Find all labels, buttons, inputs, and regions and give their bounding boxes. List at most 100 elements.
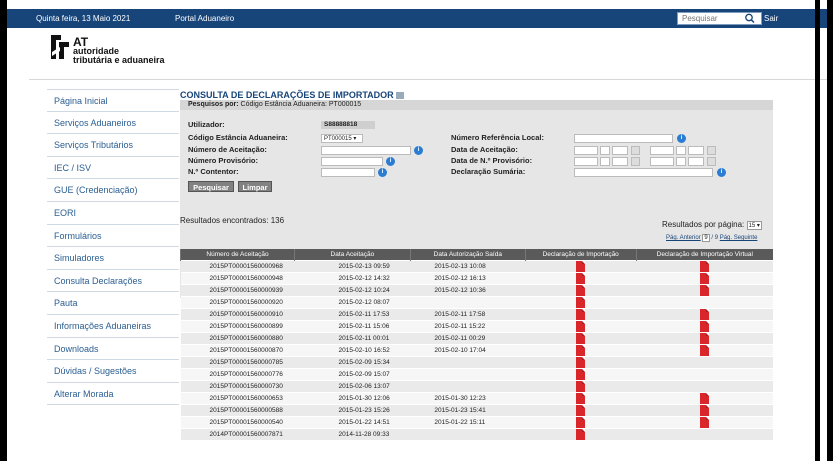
info-icon[interactable]: i (378, 168, 387, 177)
declaracao-virtual-pdf-icon[interactable] (700, 416, 710, 428)
calendar-icon[interactable] (707, 157, 716, 166)
numero-aceitacao-cell: 2015PT00001560000588 (180, 403, 295, 416)
numero-aceitacao-cell: 2015PT00001560000540 (180, 415, 295, 428)
search-button[interactable]: Pesquisar (188, 181, 234, 192)
declaracao-pdf-icon[interactable] (576, 404, 586, 416)
search-icon[interactable] (743, 12, 757, 25)
data-saida-cell: 2015-02-12 10:36 (410, 283, 526, 296)
declaracao-pdf-icon[interactable] (576, 392, 586, 404)
declaracao-sumaria-label: Declaração Sumária: (451, 167, 526, 176)
declaracao-virtual-pdf-icon[interactable] (700, 344, 710, 356)
sidebar-item-informacoes-aduaneiras[interactable]: Informações Aduaneiras (47, 314, 179, 338)
col-data-autorizacao-saida[interactable]: Data Autorização Saída (409, 249, 526, 260)
utilizador-value: S88888818 (321, 121, 375, 129)
info-icon[interactable]: i (414, 146, 423, 155)
data-aceitacao-to-month[interactable] (676, 146, 686, 155)
sidebar-item-pauta[interactable]: Pauta (47, 292, 179, 315)
data-provisorio-from-month[interactable] (600, 157, 610, 166)
sidebar-item-gue[interactable]: GUE (Credenciação) (47, 179, 179, 202)
sidebar-item-iec-isv[interactable]: IEC / ISV (47, 156, 179, 180)
sidebar-item-servicos-tributarios[interactable]: Serviços Tributários (47, 134, 179, 157)
declaracao-pdf-icon[interactable] (576, 416, 586, 428)
data-aceitacao-from-year[interactable] (612, 146, 628, 155)
top-bar: Quinta feira, 13 Maio 2021 Portal Aduane… (7, 9, 827, 28)
contentor-input[interactable] (321, 168, 375, 177)
data-aceitacao-cell: 2015-02-09 15:34 (294, 355, 411, 368)
declaracao-virtual-pdf-icon[interactable] (700, 320, 710, 332)
declaracao-virtual-pdf-cell (636, 283, 773, 296)
ref-local-label: Número Referência Local: (451, 133, 544, 142)
declaracao-pdf-cell (525, 331, 637, 344)
sidebar-item-simuladores[interactable]: Simuladores (47, 247, 179, 270)
page-input[interactable]: 9 (702, 234, 710, 242)
declaracao-virtual-pdf-icon[interactable] (700, 332, 710, 344)
data-provisorio-from-day[interactable] (574, 157, 598, 166)
declaracao-pdf-icon[interactable] (576, 332, 586, 344)
col-data-aceitacao[interactable]: Data Aceitação (293, 249, 411, 260)
sidebar-item-consulta-declaracoes[interactable]: Consulta Declarações (47, 269, 179, 293)
data-aceitacao-from-day[interactable] (574, 146, 598, 155)
table-row: 2015PT00001560000920 2015-02-12 08:07 (180, 295, 773, 308)
declaracao-virtual-pdf-cell (636, 391, 773, 404)
declaracao-pdf-icon[interactable] (576, 320, 586, 332)
declaracao-virtual-pdf-icon[interactable] (700, 308, 710, 320)
declaracao-pdf-icon[interactable] (576, 284, 586, 296)
sidebar-item-servicos-aduaneiros[interactable]: Serviços Aduaneiros (47, 111, 179, 135)
declaracao-pdf-icon[interactable] (576, 260, 586, 272)
declaracao-pdf-icon[interactable] (576, 428, 586, 440)
numero-provisorio-input[interactable] (321, 157, 383, 166)
data-aceitacao-to-day[interactable] (650, 146, 674, 155)
declaracao-virtual-pdf-icon[interactable] (700, 284, 710, 296)
declaracao-pdf-icon[interactable] (576, 356, 586, 368)
data-provisorio-from-year[interactable] (612, 157, 628, 166)
numero-aceitacao-cell: 2015PT00001560000880 (180, 331, 295, 344)
data-aceitacao-cell: 2015-02-12 10:24 (294, 283, 411, 296)
col-numero-aceitacao[interactable]: Número de Aceitação (180, 249, 295, 260)
data-aceitacao-cell: 2015-01-23 15:26 (294, 403, 411, 416)
info-icon[interactable]: i (386, 157, 395, 166)
sidebar-item-downloads[interactable]: Downloads (47, 337, 179, 361)
declaracao-virtual-pdf-icon[interactable] (700, 272, 710, 284)
sidebar-item-alterar-morada[interactable]: Alterar Morada (47, 382, 179, 406)
declaracao-pdf-icon[interactable] (576, 296, 586, 308)
info-icon[interactable]: i (717, 168, 726, 177)
ref-local-input[interactable] (574, 134, 673, 143)
data-aceitacao-cell: 2015-02-06 13:07 (294, 379, 411, 392)
declaracao-virtual-pdf-icon[interactable] (700, 404, 710, 416)
data-provisorio-to-year[interactable] (688, 157, 704, 166)
sidebar: Página Inicial Serviços Aduaneiros Servi… (47, 89, 179, 406)
codigo-estancia-select[interactable]: PT000015 ▾ (321, 134, 363, 143)
data-aceitacao-to-year[interactable] (688, 146, 704, 155)
next-page-link[interactable]: Pág. Seguinte (720, 235, 758, 241)
sidebar-item-pagina-inicial[interactable]: Página Inicial (47, 89, 179, 112)
logout-link[interactable]: Sair (764, 14, 778, 23)
calendar-icon[interactable] (631, 146, 640, 155)
declaracao-pdf-icon[interactable] (576, 380, 586, 392)
declaracao-pdf-icon[interactable] (576, 344, 586, 356)
sidebar-item-eori[interactable]: EORI (47, 201, 179, 225)
declaracao-pdf-icon[interactable] (576, 368, 586, 380)
data-aceitacao-cell: 2015-02-11 00:01 (294, 331, 411, 344)
declaracao-pdf-icon[interactable] (576, 272, 586, 284)
table-row: 2015PT00001560000899 2015-02-11 15:06 2015… (180, 319, 773, 332)
calendar-icon[interactable] (707, 146, 716, 155)
data-aceitacao-from-month[interactable] (600, 146, 610, 155)
per-page-select[interactable]: 15 ▾ (746, 221, 762, 230)
collapse-icon[interactable] (395, 92, 404, 100)
data-provisorio-to-month[interactable] (676, 157, 686, 166)
at-logo[interactable]: AT autoridade tributária e aduaneira (50, 33, 180, 65)
sidebar-item-formularios[interactable]: Formulários (47, 224, 179, 248)
declaracao-virtual-pdf-icon[interactable] (700, 392, 710, 404)
prev-page-link[interactable]: Pág. Anterior (666, 235, 701, 241)
declaracao-virtual-pdf-icon[interactable] (700, 260, 710, 272)
portal-link[interactable]: Portal Aduaneiro (175, 14, 234, 23)
numero-aceitacao-input[interactable] (321, 146, 411, 155)
declaracao-sumaria-input[interactable] (574, 168, 713, 177)
numero-aceitacao-cell: 2015PT00001560000785 (180, 355, 295, 368)
sidebar-item-duvidas-sugestoes[interactable]: Dúvidas / Sugestões (47, 360, 179, 383)
info-icon[interactable]: i (677, 134, 686, 143)
calendar-icon[interactable] (631, 157, 640, 166)
data-provisorio-to-day[interactable] (650, 157, 674, 166)
declaracao-pdf-icon[interactable] (576, 308, 586, 320)
clear-button[interactable]: Limpar (238, 181, 272, 192)
